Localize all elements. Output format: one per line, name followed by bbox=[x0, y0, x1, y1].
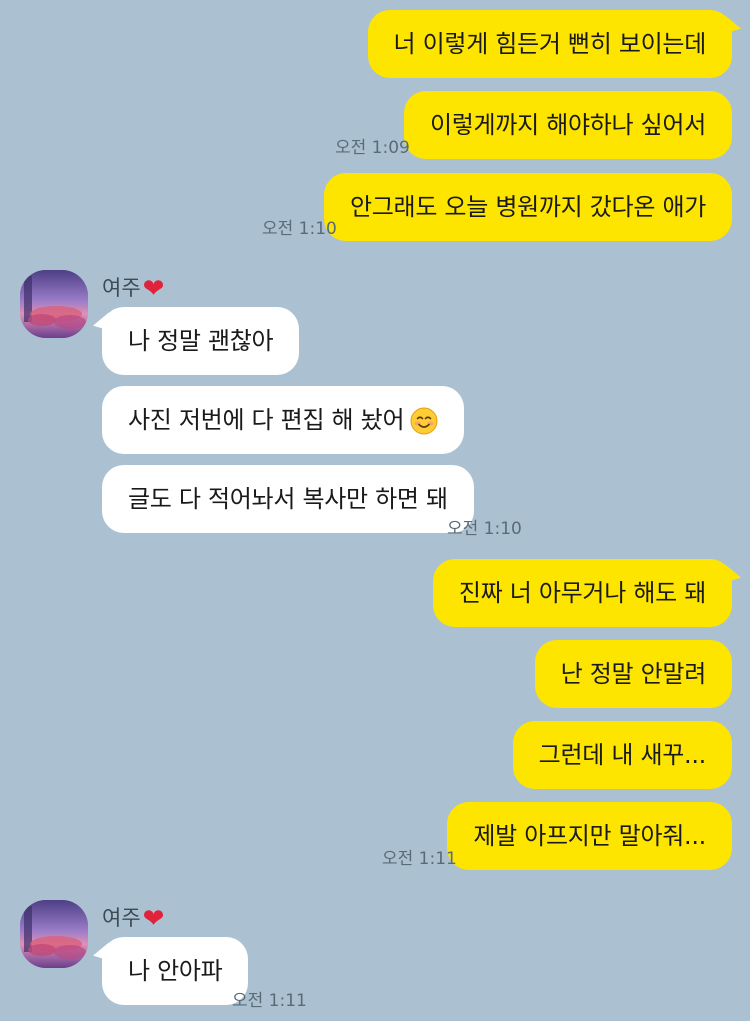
heart-icon: ❤ bbox=[142, 904, 165, 934]
message-bubble-outgoing[interactable]: 안그래도 오늘 병원까지 갔다온 애가 bbox=[323, 173, 732, 241]
heart-icon: ❤ bbox=[142, 274, 165, 304]
sender-name-text: 여주 bbox=[102, 906, 141, 930]
smiling-face-icon bbox=[410, 407, 438, 435]
avatar-image bbox=[20, 270, 88, 338]
message-bubble-incoming[interactable]: 글도 다 적어놔서 복사만 하면 돼 bbox=[102, 465, 474, 533]
message-timestamp: 오전 1:10 bbox=[447, 519, 522, 539]
message-bubble-incoming[interactable]: 사진 저번에 다 편집 해 놨어 bbox=[102, 386, 465, 454]
message-bubble-outgoing[interactable]: 이렇게까지 해야하나 싶어서 bbox=[403, 91, 732, 159]
message-bubble-outgoing[interactable]: 너 이렇게 힘든거 뻔히 보이는데 bbox=[367, 10, 732, 78]
message-bubble-outgoing[interactable]: 그런데 내 새꾸... bbox=[512, 721, 732, 789]
sender-name: 여주❤ bbox=[102, 272, 164, 304]
avatar-image bbox=[20, 900, 88, 968]
message-bubble-outgoing[interactable]: 난 정말 안말려 bbox=[534, 640, 732, 708]
sender-name-text: 여주 bbox=[102, 276, 141, 300]
message-bubble-outgoing[interactable]: 진짜 너 아무거나 해도 돼 bbox=[432, 559, 732, 627]
message-text: 사진 저번에 다 편집 해 놨어 bbox=[128, 406, 405, 434]
message-timestamp: 오전 1:10 bbox=[262, 219, 337, 239]
message-bubble-incoming[interactable]: 나 안아파 bbox=[102, 937, 249, 1005]
message-timestamp: 오전 1:11 bbox=[382, 849, 457, 869]
avatar[interactable] bbox=[20, 900, 88, 968]
avatar[interactable] bbox=[20, 270, 88, 338]
message-bubble-incoming[interactable]: 나 정말 괜찮아 bbox=[102, 307, 300, 375]
sender-name: 여주❤ bbox=[102, 902, 164, 934]
message-bubble-outgoing[interactable]: 제발 아프지만 말아줘... bbox=[447, 802, 732, 870]
message-timestamp: 오전 1:09 bbox=[335, 138, 410, 158]
message-timestamp: 오전 1:11 bbox=[232, 991, 307, 1011]
